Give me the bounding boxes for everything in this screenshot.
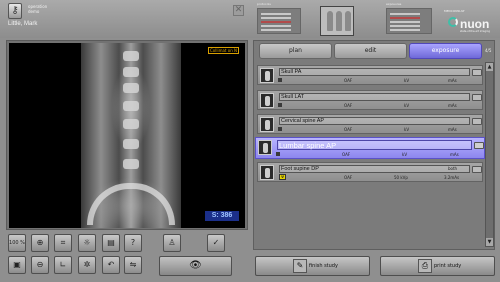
exposure-name-field[interactable]: Foot supine DP both: [279, 165, 470, 173]
exposure-name-field[interactable]: Skull LAT: [279, 93, 470, 101]
logo-tagline: state-of-the-art imaging: [460, 30, 490, 33]
exposure-row-active[interactable]: Lumbar spine AP OAF kV mAs: [255, 137, 485, 159]
exposure-name-field[interactable]: Skull PA: [279, 68, 470, 76]
fit-window-button[interactable]: ▣: [8, 256, 26, 274]
finish-study-label: finish study: [309, 263, 338, 269]
exposure-row[interactable]: Cervical spine AP OAF kV mAs: [257, 114, 483, 134]
xray-image: [81, 43, 181, 228]
param-oaf: OAF: [342, 152, 351, 157]
tab-plan[interactable]: plan: [259, 43, 332, 59]
thumbnail-protocols[interactable]: [257, 8, 301, 34]
patient-name: Little, Mark: [8, 21, 38, 27]
printer-icon: ⎙: [418, 259, 432, 273]
exposure-name-field[interactable]: Cervical spine AP: [279, 117, 470, 125]
tab-edit[interactable]: edit: [334, 43, 407, 59]
lumbar-spine-icon: [258, 140, 272, 155]
exposure-params: OAF kV mAs: [274, 152, 464, 158]
exposure-name: Lumbar spine AP: [279, 141, 337, 150]
exposure-name: Skull LAT: [281, 94, 305, 100]
crop-button[interactable]: ⌗: [54, 234, 72, 252]
eye-button[interactable]: 👁: [159, 256, 232, 276]
operator-label: operation demo: [28, 4, 48, 14]
exposure-row[interactable]: Skull PA OAF kV mAs: [257, 65, 483, 85]
header-bar: ⚷ operation demo Little, Mark ✕ protocol…: [0, 0, 500, 38]
exposure-toggle[interactable]: [472, 118, 482, 125]
pen-icon: ✎: [293, 259, 307, 273]
contrast-button[interactable]: ✲: [78, 256, 96, 274]
logo-brand: MEDCONSULT: [444, 9, 465, 13]
exposure-toggle[interactable]: [474, 142, 484, 149]
exposure-name: Cervical spine AP: [281, 118, 325, 124]
annotation-button[interactable]: ?: [124, 234, 142, 252]
image-viewer[interactable]: Collimat on N S: 386: [9, 43, 245, 228]
exposure-toggle[interactable]: [472, 69, 482, 76]
param-mas: mAs: [450, 152, 459, 157]
zoom-100-button[interactable]: 100 %: [8, 234, 26, 252]
accept-button[interactable]: ✓: [207, 234, 225, 252]
brightness-button[interactable]: ☼: [78, 234, 96, 252]
param-mas: 3.2mAs: [444, 175, 460, 180]
key-icon[interactable]: ⚷: [8, 3, 22, 19]
rotate-button[interactable]: ↶: [102, 256, 120, 274]
param-kv: kV: [404, 127, 410, 132]
foot-icon: [260, 165, 274, 180]
exposure-params: OAF kV mAs: [276, 78, 466, 84]
scroll-up-icon[interactable]: ▲: [486, 63, 493, 71]
param-kv: kV: [402, 152, 408, 157]
exposure-toggle[interactable]: [472, 166, 482, 173]
thumbnail-exposures[interactable]: [386, 8, 432, 34]
exposure-count: 4/5: [485, 48, 492, 53]
finish-study-button[interactable]: ✎ finish study: [255, 256, 370, 276]
measure-button[interactable]: ∟: [54, 256, 72, 274]
param-kv: 50 kVp: [394, 175, 408, 180]
exposure-params: OAF 50 kVp 3.2mAs: [276, 175, 466, 181]
thumbnail-body-selection[interactable]: [320, 6, 354, 36]
logo-ring-icon: [448, 17, 458, 27]
param-oaf: OAF: [344, 103, 353, 108]
exposure-toggle[interactable]: [472, 94, 482, 101]
collimation-tag: Collimat on N: [208, 47, 240, 54]
exposure-name: Foot supine DP: [281, 166, 319, 172]
exposure-row[interactable]: Skull LAT OAF kV mAs: [257, 90, 483, 110]
scroll-down-icon[interactable]: ▼: [486, 238, 493, 246]
skull-icon: [260, 68, 274, 83]
print-study-button[interactable]: ⎙ print study: [380, 256, 495, 276]
thumbnail-label-protocols: protocols: [257, 2, 271, 6]
param-mas: mAs: [448, 103, 457, 108]
param-oaf: OAF: [344, 78, 353, 83]
exposure-side-label: both: [448, 166, 458, 171]
body-region-button[interactable]: ♙: [163, 234, 181, 252]
param-mas: mAs: [448, 78, 457, 83]
thumbnail-label-exposures: exposures: [386, 2, 402, 6]
skull-lat-icon: [260, 93, 274, 108]
exposure-name-field[interactable]: Lumbar spine AP: [277, 140, 472, 150]
print-study-label: print study: [434, 263, 462, 269]
nuon-logo: MEDCONSULT nuon state-of-the-art imaging: [444, 6, 496, 33]
zoom-out-button[interactable]: ⊖: [31, 256, 49, 274]
exposure-row[interactable]: Foot supine DP both ☢ OAF 50 kVp 3.2mAs: [257, 162, 483, 182]
param-kv: kV: [404, 103, 410, 108]
s-value-badge: S: 386: [205, 211, 239, 221]
print-preview-button[interactable]: ▤: [102, 234, 120, 252]
exposure-name: Skull PA: [281, 69, 302, 75]
param-oaf: OAF: [344, 175, 353, 180]
tab-exposure[interactable]: exposure: [409, 43, 482, 59]
zoom-in-button[interactable]: ⊕: [31, 234, 49, 252]
param-kv: kV: [404, 78, 410, 83]
exposure-params: OAF kV mAs: [276, 127, 466, 133]
exposure-params: OAF kV mAs: [276, 103, 466, 109]
param-mas: mAs: [448, 127, 457, 132]
param-oaf: OAF: [344, 127, 353, 132]
close-icon[interactable]: ✕: [233, 5, 244, 16]
flip-button[interactable]: ⇋: [124, 256, 142, 274]
logo-name: nuon: [460, 17, 490, 31]
cervical-spine-icon: [260, 117, 274, 132]
exposure-scrollbar[interactable]: ▲ ▼: [485, 62, 494, 247]
